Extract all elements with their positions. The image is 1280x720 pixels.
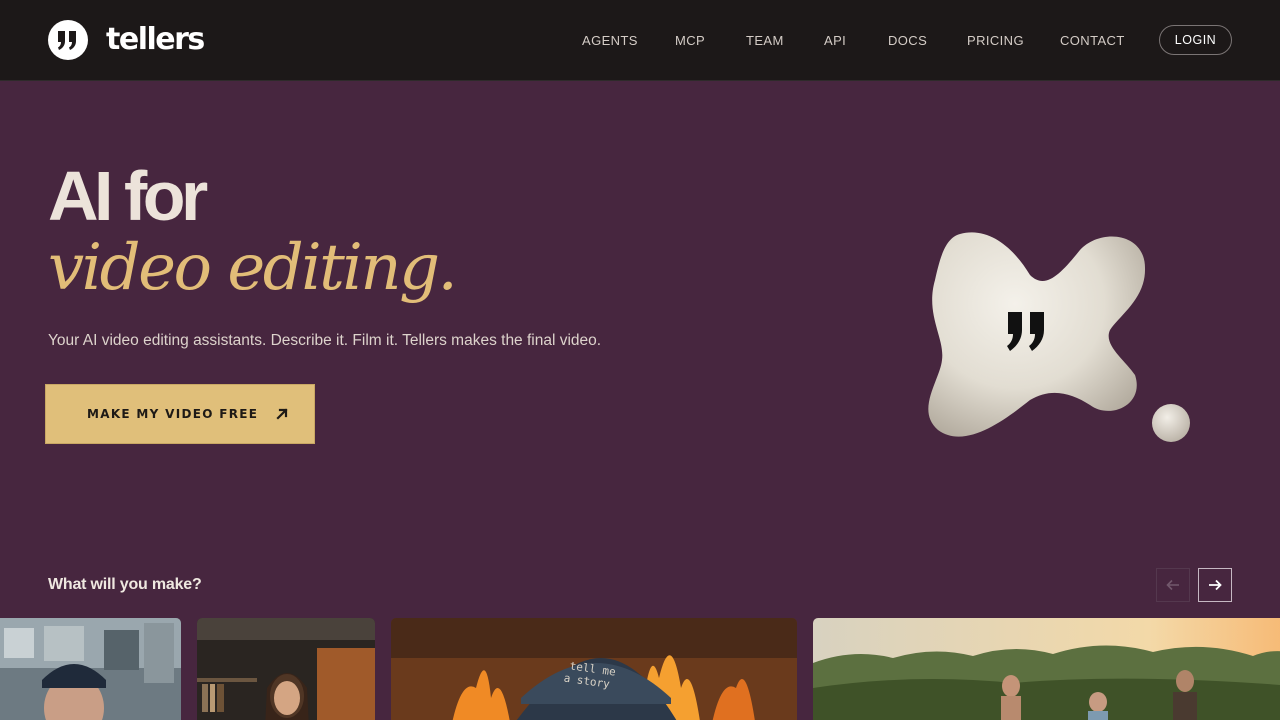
arrow-up-right-icon: [276, 408, 288, 420]
login-button[interactable]: LOGIN: [1159, 25, 1232, 55]
video-card-outdoor-running[interactable]: [813, 618, 1280, 720]
video-card-woman-room[interactable]: [197, 618, 375, 720]
nav-link-contact[interactable]: CONTACT: [1060, 33, 1125, 48]
make-my-video-free-button[interactable]: MAKE MY VIDEO FREE: [45, 384, 315, 444]
hero-subtitle: Your AI video editing assistants. Descri…: [48, 332, 602, 349]
hero-title-line2: video editing.: [48, 231, 458, 305]
gallery-next-button[interactable]: [1198, 568, 1232, 602]
arrow-right-icon: [1209, 579, 1222, 591]
video-card-office-man[interactable]: [0, 618, 181, 720]
nav-link-team[interactable]: TEAM: [746, 33, 784, 48]
hero-title-line1: AI for: [48, 157, 208, 235]
cta-label: MAKE MY VIDEO FREE: [87, 407, 259, 421]
quote-blob-illustration: [928, 232, 1190, 442]
nav-link-api[interactable]: API: [824, 33, 846, 48]
top-navigation-bar: tellers AGENTS MCP TEAM API DOCS PRICING…: [0, 0, 1280, 81]
nav-link-pricing[interactable]: PRICING: [967, 33, 1024, 48]
video-card-cap-fire[interactable]: tell me a story: [391, 618, 797, 720]
nav-link-mcp[interactable]: MCP: [675, 33, 705, 48]
arrow-left-icon: [1166, 579, 1179, 591]
gallery-prev-button[interactable]: [1156, 568, 1190, 602]
nav-link-agents[interactable]: AGENTS: [582, 33, 638, 48]
nav-link-docs[interactable]: DOCS: [888, 33, 927, 48]
gallery-title: What will you make?: [48, 576, 202, 593]
